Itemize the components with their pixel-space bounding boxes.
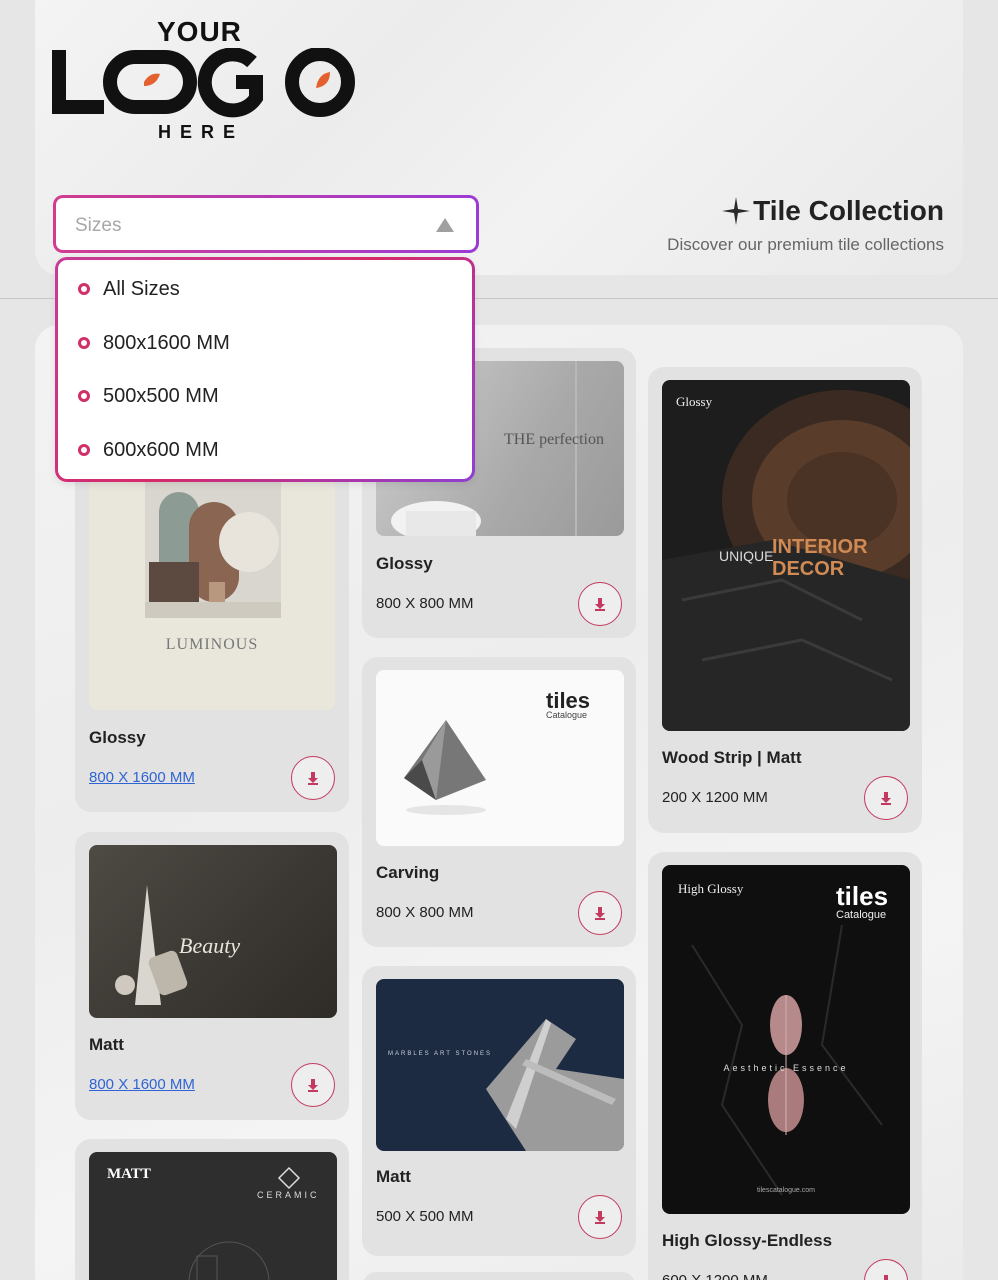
title-area: Tile Collection Discover our premium til… xyxy=(667,195,944,255)
sizes-select[interactable]: Sizes xyxy=(53,195,479,253)
download-icon xyxy=(881,792,891,805)
logo-mark xyxy=(52,48,355,118)
tile-cover-title: Aesthetic Essence xyxy=(723,1063,849,1073)
tile-cover-image[interactable]: tiles Catalogue xyxy=(376,670,624,846)
tile-size: 600 X 1200 MM xyxy=(662,1272,768,1280)
tile-cover-subtitle: tilescatalogue.com xyxy=(757,1187,815,1194)
tile-card[interactable]: High Glossy tiles Catalogue Aesthetic Es… xyxy=(648,852,922,1280)
download-button[interactable] xyxy=(291,1063,335,1107)
tile-cover-title: THE perfection xyxy=(504,431,604,448)
logo-top-text: YOUR xyxy=(157,16,242,47)
page-title: Tile Collection xyxy=(753,195,944,226)
tile-cover-subtitle: Catalogue xyxy=(546,710,588,720)
tile-size-link[interactable]: 800 X 1600 MM xyxy=(89,769,195,786)
tile-card[interactable]: MATT CERAMIC xyxy=(75,1139,349,1280)
tile-cover-label: Glossy xyxy=(676,394,713,409)
download-button[interactable] xyxy=(578,891,622,935)
sizes-option[interactable]: 800x1600 MM xyxy=(78,328,230,358)
tile-cover-image[interactable]: High Glossy tiles Catalogue Aesthetic Es… xyxy=(662,865,910,1214)
download-icon xyxy=(595,1211,605,1224)
page-subtitle: Discover our premium tile collections xyxy=(667,235,944,254)
download-button[interactable] xyxy=(864,776,908,820)
tile-cover-title: INTERIOR DECOR xyxy=(772,536,868,580)
download-button[interactable] xyxy=(578,1195,622,1239)
tile-name: Carving xyxy=(376,863,440,882)
sizes-option[interactable]: All Sizes xyxy=(78,274,180,304)
tile-name: Matt xyxy=(89,1035,124,1054)
download-icon xyxy=(595,598,605,611)
logo: YOUR HERE xyxy=(52,14,357,144)
download-icon xyxy=(308,1079,318,1092)
tile-card[interactable]: LUMINOUS Glossy 800 X 1600 MM xyxy=(75,440,349,812)
logo-bottom-text: HERE xyxy=(158,122,245,142)
tile-size: 500 X 500 MM xyxy=(376,1208,474,1225)
tile-cover-title: Beauty xyxy=(179,933,241,958)
sparkle-icon xyxy=(722,197,751,225)
tile-cover-image[interactable]: Glossy INTERIOR DECOR UNIQUE xyxy=(662,380,910,731)
tile-size: 200 X 1200 MM xyxy=(662,789,768,806)
triangle-up-icon xyxy=(436,218,454,232)
tile-cover-label: High Glossy xyxy=(678,881,744,896)
sizes-option[interactable]: 500x500 MM xyxy=(78,381,219,411)
radio-circle-icon xyxy=(78,444,90,456)
tile-name: Matt xyxy=(376,1167,411,1186)
download-button[interactable] xyxy=(864,1259,908,1280)
page-title-row: Tile Collection xyxy=(667,195,944,227)
sizes-select-placeholder: Sizes xyxy=(75,215,122,236)
tile-size: 800 X 800 MM xyxy=(376,595,474,612)
download-button[interactable] xyxy=(578,582,622,626)
tile-card[interactable]: tiles Catalogue Carving 800 X 800 MM xyxy=(362,657,636,947)
tile-name: High Glossy-Endless xyxy=(662,1231,833,1250)
tile-cover-image[interactable]: LUMINOUS xyxy=(89,452,335,710)
tile-cover-subtitle: UNIQUE xyxy=(719,548,774,564)
tile-name: Glossy xyxy=(376,554,433,573)
tile-cover-brand-sub: Catalogue xyxy=(836,909,887,921)
tile-cover-image[interactable]: MATT CERAMIC xyxy=(89,1152,337,1280)
sizes-option-label: 500x500 MM xyxy=(103,384,219,407)
tile-name: Wood Strip | Matt xyxy=(662,748,802,767)
sizes-option-label: All Sizes xyxy=(103,277,180,300)
tile-card[interactable]: Beauty Matt 800 X 1600 MM xyxy=(75,832,349,1120)
tile-size-link[interactable]: 800 X 1600 MM xyxy=(89,1076,195,1093)
tile-size: 800 X 800 MM xyxy=(376,904,474,921)
download-icon xyxy=(884,1275,888,1280)
sizes-option[interactable]: 600x600 MM xyxy=(78,435,219,465)
tile-cover-image[interactable]: Beauty xyxy=(89,845,337,1018)
sizes-option-label: 800x1600 MM xyxy=(103,331,230,354)
radio-circle-icon xyxy=(78,390,90,402)
radio-circle-icon xyxy=(78,283,90,295)
tile-card[interactable]: MARBLES ART STONES Matt 500 X 500 MM xyxy=(362,966,636,1256)
download-icon xyxy=(308,772,318,785)
download-button[interactable] xyxy=(291,756,335,800)
sizes-dropdown-menu: All Sizes 800x1600 MM 500x500 MM 600x600… xyxy=(55,257,475,482)
tile-cover-brand: tiles xyxy=(836,881,889,911)
sizes-option-label: 600x600 MM xyxy=(103,438,219,461)
tile-card[interactable] xyxy=(362,1272,636,1280)
tile-card[interactable]: Glossy INTERIOR DECOR UNIQUE Wood Strip … xyxy=(648,367,922,833)
radio-circle-icon xyxy=(78,337,90,349)
tile-name: Glossy xyxy=(89,728,146,747)
tile-cover-title: MARBLES ART STONES xyxy=(388,1051,493,1057)
tile-cover-image[interactable]: MARBLES ART STONES xyxy=(376,979,624,1151)
tile-cover-title: LUMINOUS xyxy=(165,636,259,653)
download-icon xyxy=(595,907,605,920)
